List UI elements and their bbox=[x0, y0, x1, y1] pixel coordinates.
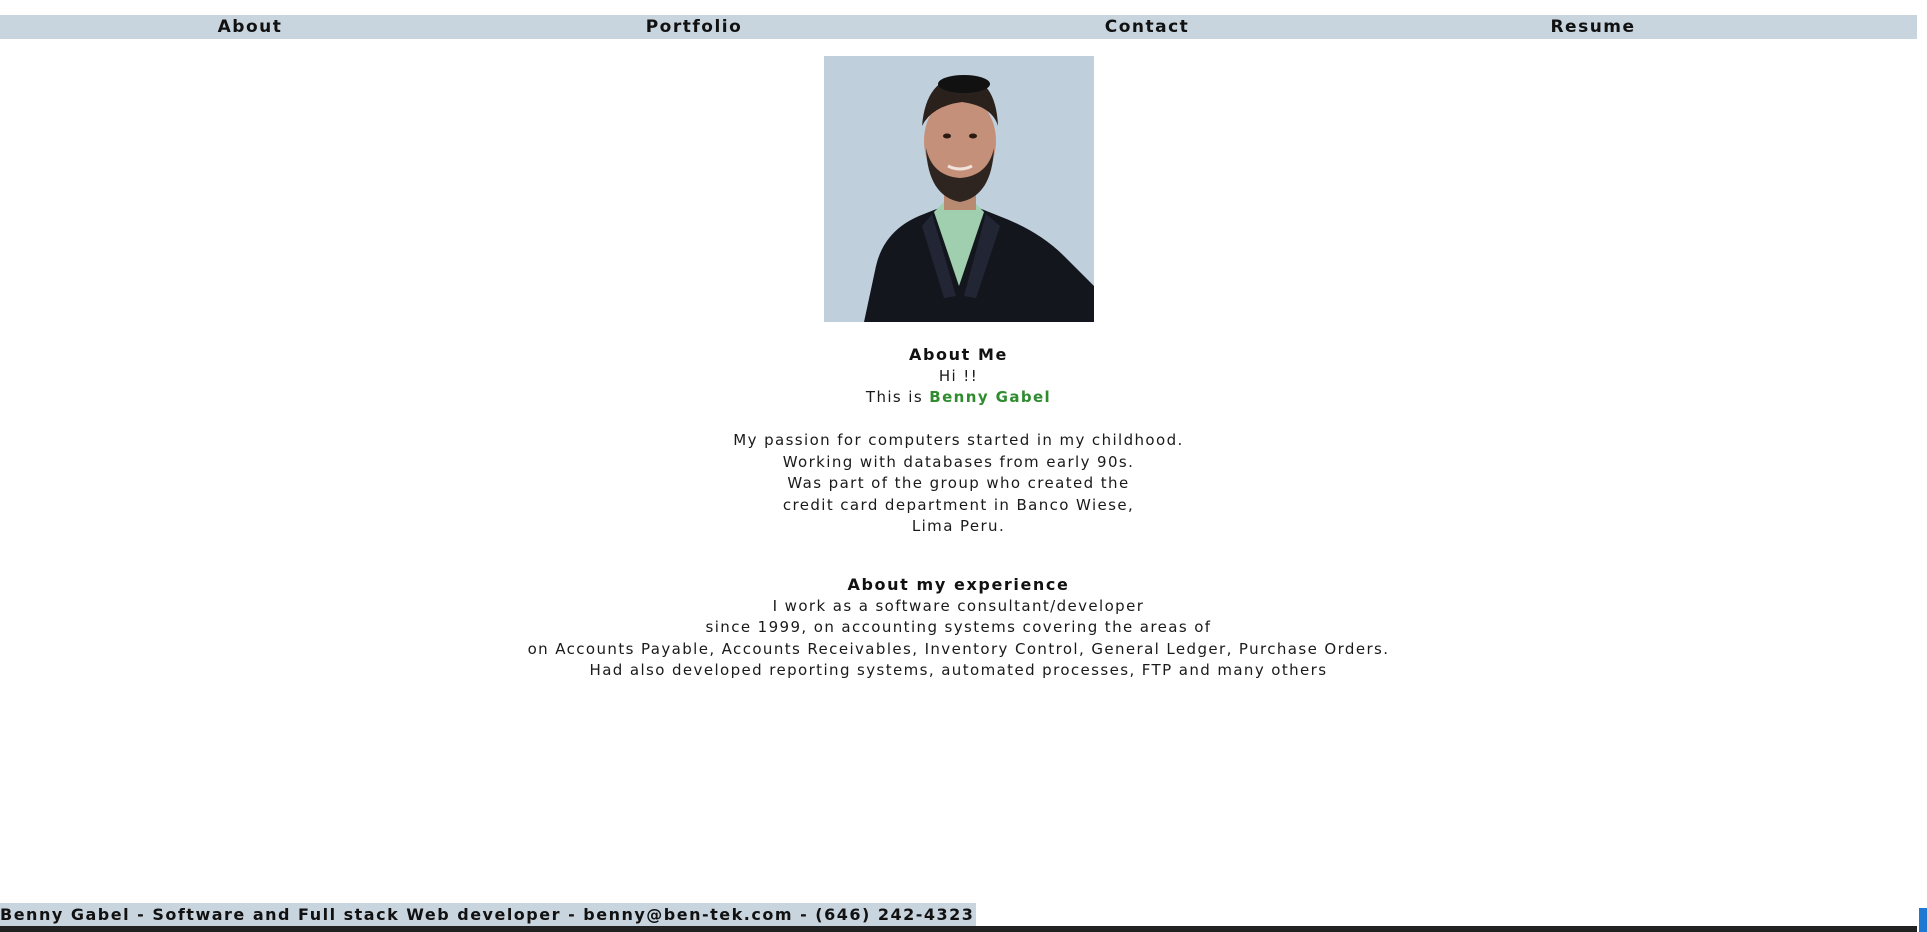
scrollbar-indicator[interactable] bbox=[1919, 908, 1927, 932]
profile-photo-illustration bbox=[824, 56, 1094, 322]
window-right-edge bbox=[1917, 0, 1927, 932]
nav-about-link[interactable]: About bbox=[218, 15, 283, 39]
profile-photo bbox=[824, 56, 1094, 322]
nav-portfolio-link[interactable]: Portfolio bbox=[646, 15, 743, 39]
about-line: Lima Peru. bbox=[911, 517, 1006, 535]
experience-line: I work as a software consultant/develope… bbox=[772, 596, 1145, 615]
experience-section: About my experience I work as a software… bbox=[0, 574, 1917, 682]
intro-line: This is Benny Gabel bbox=[0, 387, 1917, 409]
about-heading: About Me bbox=[908, 345, 1008, 364]
name-highlight: Benny Gabel bbox=[929, 388, 1052, 406]
nav-resume-link[interactable]: Resume bbox=[1550, 15, 1635, 39]
page: About Portfolio Contact Resume About Me … bbox=[0, 0, 1927, 932]
experience-line: Had also developed reporting systems, au… bbox=[589, 661, 1328, 679]
experience-line: since 1999, on accounting systems coveri… bbox=[705, 618, 1212, 636]
about-line: Was part of the group who created the bbox=[787, 474, 1130, 492]
top-nav-bar: About Portfolio Contact Resume bbox=[0, 15, 1917, 39]
experience-line: on Accounts Payable, Accounts Receivable… bbox=[527, 639, 1390, 658]
nav-contact-link[interactable]: Contact bbox=[1105, 15, 1190, 39]
about-line: My passion for computers started in my c… bbox=[733, 431, 1184, 449]
intro-prefix: This is bbox=[865, 388, 930, 406]
footer-contact-bar: Benny Gabel - Software and Full stack We… bbox=[0, 903, 977, 926]
about-section: About Me Hi !! This is Benny Gabel My pa… bbox=[0, 344, 1917, 538]
bottom-border bbox=[0, 926, 1927, 932]
greeting-text: Hi !! bbox=[938, 366, 979, 385]
about-line: credit card department in Banco Wiese, bbox=[782, 495, 1135, 514]
about-line: Working with databases from early 90s. bbox=[782, 452, 1135, 471]
experience-heading: About my experience bbox=[847, 575, 1070, 594]
